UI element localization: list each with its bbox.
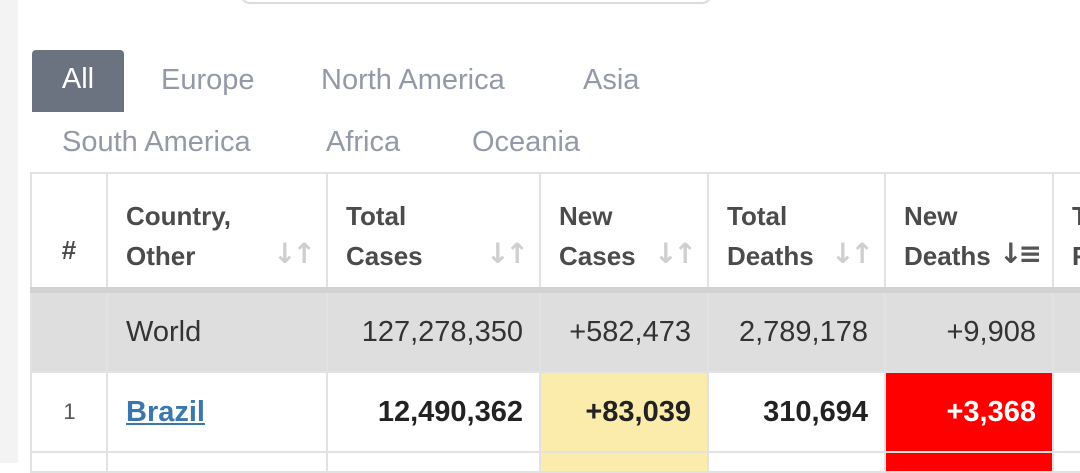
tab-europe[interactable]: Europe xyxy=(161,66,255,95)
rank-cell: 1 xyxy=(30,371,108,453)
stub-cell xyxy=(326,451,541,473)
world-truncated-cell xyxy=(1052,289,1080,373)
world-new-cases: +582,473 xyxy=(539,289,709,373)
rank-header: # xyxy=(30,172,108,291)
truncated-cell xyxy=(1052,371,1080,453)
table-row xyxy=(30,451,1080,473)
tab-asia[interactable]: Asia xyxy=(583,66,639,95)
stub-cell xyxy=(106,451,328,473)
country-cell: Brazil xyxy=(106,371,328,453)
world-total-cases: 127,278,350 xyxy=(326,289,541,373)
left-edge-strip xyxy=(0,0,18,463)
stub-cell xyxy=(539,451,709,473)
new-cases-header[interactable]: New Cases ↓↑ xyxy=(539,172,709,291)
total-cases-cell: 12,490,362 xyxy=(326,371,541,453)
stub-cell xyxy=(884,451,1054,473)
world-name-cell: World xyxy=(106,289,328,373)
country-header[interactable]: Country, Other ↓↑ xyxy=(106,172,328,291)
search-input[interactable] xyxy=(240,0,712,4)
truncated-header[interactable]: T F xyxy=(1052,172,1080,291)
tab-south-america[interactable]: South America xyxy=(62,128,251,157)
total-deaths-header[interactable]: Total Deaths ↓↑ xyxy=(707,172,886,291)
sort-icon[interactable]: ↓↑ xyxy=(273,234,316,274)
stub-cell xyxy=(707,451,886,473)
table-row: 1 Brazil 12,490,362 +83,039 310,694 +3,3… xyxy=(30,371,1080,453)
covid-stats-table: # Country, Other ↓↑ Total Cases ↓↑ New C… xyxy=(30,172,1080,473)
table-header-row: # Country, Other ↓↑ Total Cases ↓↑ New C… xyxy=(30,172,1080,291)
world-new-deaths: +9,908 xyxy=(884,289,1054,373)
tab-oceania[interactable]: Oceania xyxy=(472,128,580,157)
sort-icon[interactable]: ↓↑ xyxy=(831,234,874,274)
new-cases-cell: +83,039 xyxy=(539,371,709,453)
tab-north-america[interactable]: North America xyxy=(321,66,505,95)
world-total-deaths: 2,789,178 xyxy=(707,289,886,373)
total-cases-header[interactable]: Total Cases ↓↑ xyxy=(326,172,541,291)
new-deaths-cell: +3,368 xyxy=(884,371,1054,453)
total-deaths-cell: 310,694 xyxy=(707,371,886,453)
tab-africa[interactable]: Africa xyxy=(326,128,400,157)
new-deaths-header[interactable]: New Deaths ↓≡ xyxy=(884,172,1054,291)
world-rank-cell xyxy=(30,289,108,373)
sort-icon[interactable]: ↓↑ xyxy=(654,234,697,274)
sort-icon[interactable]: ↓↑ xyxy=(486,234,529,274)
sort-desc-icon[interactable]: ↓≡ xyxy=(999,234,1042,274)
stub-cell xyxy=(30,451,108,473)
stub-cell xyxy=(1052,451,1080,473)
tab-all[interactable]: All xyxy=(32,50,124,112)
country-link-brazil[interactable]: Brazil xyxy=(126,396,205,428)
world-total-row: World 127,278,350 +582,473 2,789,178 +9,… xyxy=(30,289,1080,373)
